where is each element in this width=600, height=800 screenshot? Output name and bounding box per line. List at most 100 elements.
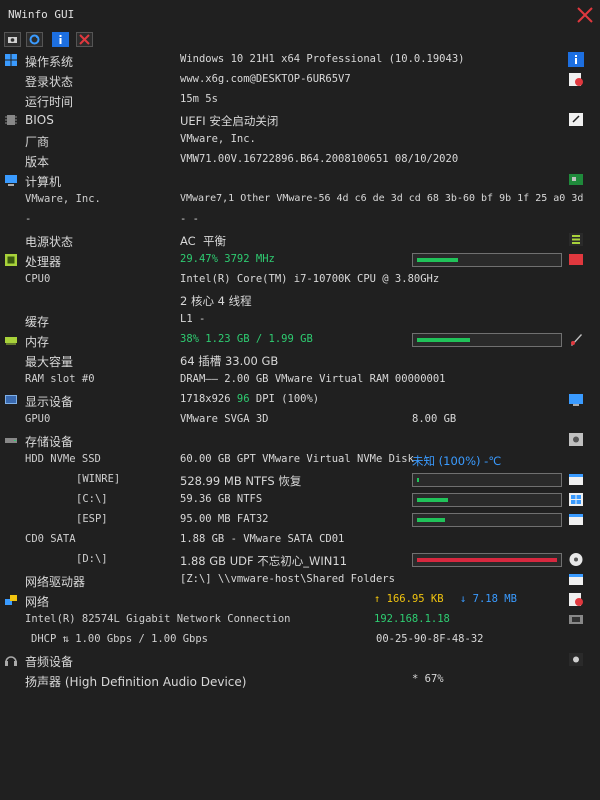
row-dash[interactable]: - - - <box>0 210 600 230</box>
battery-icon[interactable] <box>568 232 584 247</box>
exit-button[interactable] <box>76 32 93 47</box>
refresh-button[interactable] <box>26 32 43 47</box>
cpu-value: 29.47% 3792 MHz <box>180 253 275 265</box>
ddrive-usage-bar <box>412 553 562 567</box>
row-nic[interactable]: Intel(R) 82574L Gigabit Network Connecti… <box>0 610 600 630</box>
window-icon[interactable] <box>568 472 584 487</box>
row-hdd0[interactable]: HDD NVMe SSD 60.00 GB GPT VMware Virtual… <box>0 450 600 470</box>
sysvendor-value: VMware7,1 Other VMware-56 4d c6 de 3d cd… <box>180 193 584 204</box>
row-esp[interactable]: [ESP] 95.00 MB FAT32 <box>0 510 600 530</box>
row-dhcp[interactable]: DHCP ⇅ 1.00 Gbps / 1.00 Gbps 00-25-90-8F… <box>0 630 600 650</box>
info-icon <box>59 35 62 44</box>
row-cpu[interactable]: 处理器 29.47% 3792 MHz <box>0 250 600 270</box>
row-login[interactable]: 登录状态 www.x6g.com@DESKTOP-6UR65V7 <box>0 70 600 90</box>
row-cores[interactable]: 2 核心 4 线程 <box>0 290 600 310</box>
close-icon[interactable] <box>574 5 596 25</box>
disc-icon[interactable] <box>568 552 584 567</box>
disk-tool-icon[interactable] <box>568 432 584 447</box>
cpu-detail-icon[interactable] <box>568 252 584 267</box>
row-speaker[interactable]: 扬声器 (High Definition Audio Device) * 67% <box>0 670 600 690</box>
row-maxcap[interactable]: 最大容量 64 插槽 33.00 GB <box>0 350 600 370</box>
hdd0-health-status: 未知 (100%) <box>412 454 481 468</box>
download-speed: 7.18 MB <box>472 593 517 605</box>
row-power[interactable]: 电源状态 AC 平衡 <box>0 230 600 250</box>
row-bios[interactable]: BIOS UEFI 安全启动关闭 <box>0 110 600 130</box>
row-ramslot[interactable]: RAM slot #0 DRAM—— 2.00 GB VMware Virtua… <box>0 370 600 390</box>
screen-icon[interactable] <box>568 392 584 407</box>
cpu-usage: 29.47% <box>180 253 218 265</box>
cpu0-label: CPU0 <box>25 273 51 285</box>
row-uptime[interactable]: 运行时间 15m 5s <box>0 90 600 110</box>
cdrive-usage-bar <box>412 493 562 507</box>
cores-value: 2 核心 4 线程 <box>180 294 252 308</box>
cpu-usage-bar <box>412 253 562 267</box>
row-network[interactable]: 网络 ↑ 166.95 KB ↓ 7.18 MB <box>0 590 600 610</box>
row-version[interactable]: 版本 VMW71.00V.16722896.B64.2008100651 08/… <box>0 150 600 170</box>
window-icon[interactable] <box>568 572 584 587</box>
network-status-icon[interactable] <box>568 592 584 607</box>
network-label: 网络 <box>25 595 50 609</box>
row-netdrive[interactable]: 网络驱动器 [Z:\] \\vmware-host\Shared Folders <box>0 570 600 590</box>
cdrive-value: 59.36 GB NTFS <box>180 493 263 505</box>
network-icon <box>5 595 17 605</box>
about-button[interactable] <box>52 32 69 47</box>
row-os[interactable]: 操作系统 Windows 10 21H1 x64 Professional (1… <box>0 50 600 70</box>
os-value: Windows 10 21H1 x64 Professional (10.0.1… <box>180 53 465 65</box>
cpu0-value: Intel(R) Core(TM) i7-10700K CPU @ 3.80GH… <box>180 273 440 285</box>
ddrive-value: 1.88 GB UDF 不忘初心_WIN11 <box>180 554 348 568</box>
computer-label: 计算机 <box>25 175 62 189</box>
row-memory[interactable]: 内存 38% 1.23 GB / 1.99 GB <box>0 330 600 350</box>
power-value: AC 平衡 <box>180 233 226 249</box>
hdd0-label: HDD NVMe SSD <box>25 453 101 465</box>
row-winre[interactable]: [WINRE] 528.99 MB NTFS 恢复 <box>0 470 600 490</box>
cd0-label: CD0 SATA <box>25 533 76 545</box>
document-icon[interactable] <box>568 112 584 127</box>
display-icon <box>5 395 17 404</box>
netdrive-label: 网络驱动器 <box>25 575 86 589</box>
display-resolution: 1718x926 <box>180 393 231 405</box>
power-label: 电源状态 <box>25 235 74 249</box>
row-display[interactable]: 显示设备 1718x926 96 DPI (100%) <box>0 390 600 410</box>
gpu0-vram: 8.00 GB <box>412 413 457 425</box>
power-source: AC <box>180 234 196 248</box>
row-cache[interactable]: 缓存 L1 - <box>0 310 600 330</box>
row-audio[interactable]: 音频设备 <box>0 650 600 670</box>
memory-label: 内存 <box>25 335 50 349</box>
cache-label: 缓存 <box>25 315 50 329</box>
snapshot-button[interactable] <box>4 32 21 47</box>
row-vendor[interactable]: 厂商 VMware, Inc. <box>0 130 600 150</box>
speaker-label: 扬声器 (High Definition Audio Device) <box>25 675 247 689</box>
rocket-icon[interactable] <box>568 332 584 347</box>
monitor-icon <box>5 175 17 186</box>
row-ddrive[interactable]: [D:\] 1.88 GB UDF 不忘初心_WIN11 <box>0 550 600 570</box>
esp-value: 95.00 MB FAT32 <box>180 513 269 525</box>
maxcap-label: 最大容量 <box>25 355 74 369</box>
row-gpu0[interactable]: GPU0 VMware SVGA 3D 8.00 GB <box>0 410 600 430</box>
ramslot-value: DRAM—— 2.00 GB VMware Virtual RAM 000000… <box>180 373 446 385</box>
memory-usage-fill <box>417 338 470 342</box>
ddrive-usage-fill <box>417 558 557 562</box>
row-cdrive[interactable]: [C:\] 59.36 GB NTFS <box>0 490 600 510</box>
version-label: 版本 <box>25 155 50 169</box>
row-cd0[interactable]: CD0 SATA 1.88 GB - VMware SATA CD01 <box>0 530 600 550</box>
windows-logo-icon[interactable] <box>568 492 584 507</box>
user-logout-icon[interactable] <box>568 72 584 87</box>
upload-arrow-icon: ↑ <box>374 593 381 605</box>
ethernet-icon[interactable] <box>568 612 584 627</box>
row-cpu0[interactable]: CPU0 Intel(R) Core(TM) i7-10700K CPU @ 3… <box>0 270 600 290</box>
cdrive-usage-fill <box>417 498 448 502</box>
display-value: 1718x926 96 DPI (100%) <box>180 393 319 405</box>
row-sysvendor[interactable]: VMware, Inc. VMware7,1 Other VMware-56 4… <box>0 190 600 210</box>
cpu-usage-fill <box>417 258 458 262</box>
speaker-icon[interactable] <box>568 652 584 667</box>
download-arrow-icon: ↓ <box>460 593 467 605</box>
info-icon[interactable] <box>568 52 584 67</box>
speaker-volume: * 67% <box>412 673 444 685</box>
window-icon[interactable] <box>568 512 584 527</box>
row-storage[interactable]: 存储设备 <box>0 430 600 450</box>
row-computer[interactable]: 计算机 <box>0 170 600 190</box>
gpu0-value: VMware SVGA 3D <box>180 413 269 425</box>
cpu-freq: 3792 MHz <box>224 253 275 265</box>
gpu0-label: GPU0 <box>25 413 51 425</box>
motherboard-icon[interactable] <box>568 172 584 187</box>
